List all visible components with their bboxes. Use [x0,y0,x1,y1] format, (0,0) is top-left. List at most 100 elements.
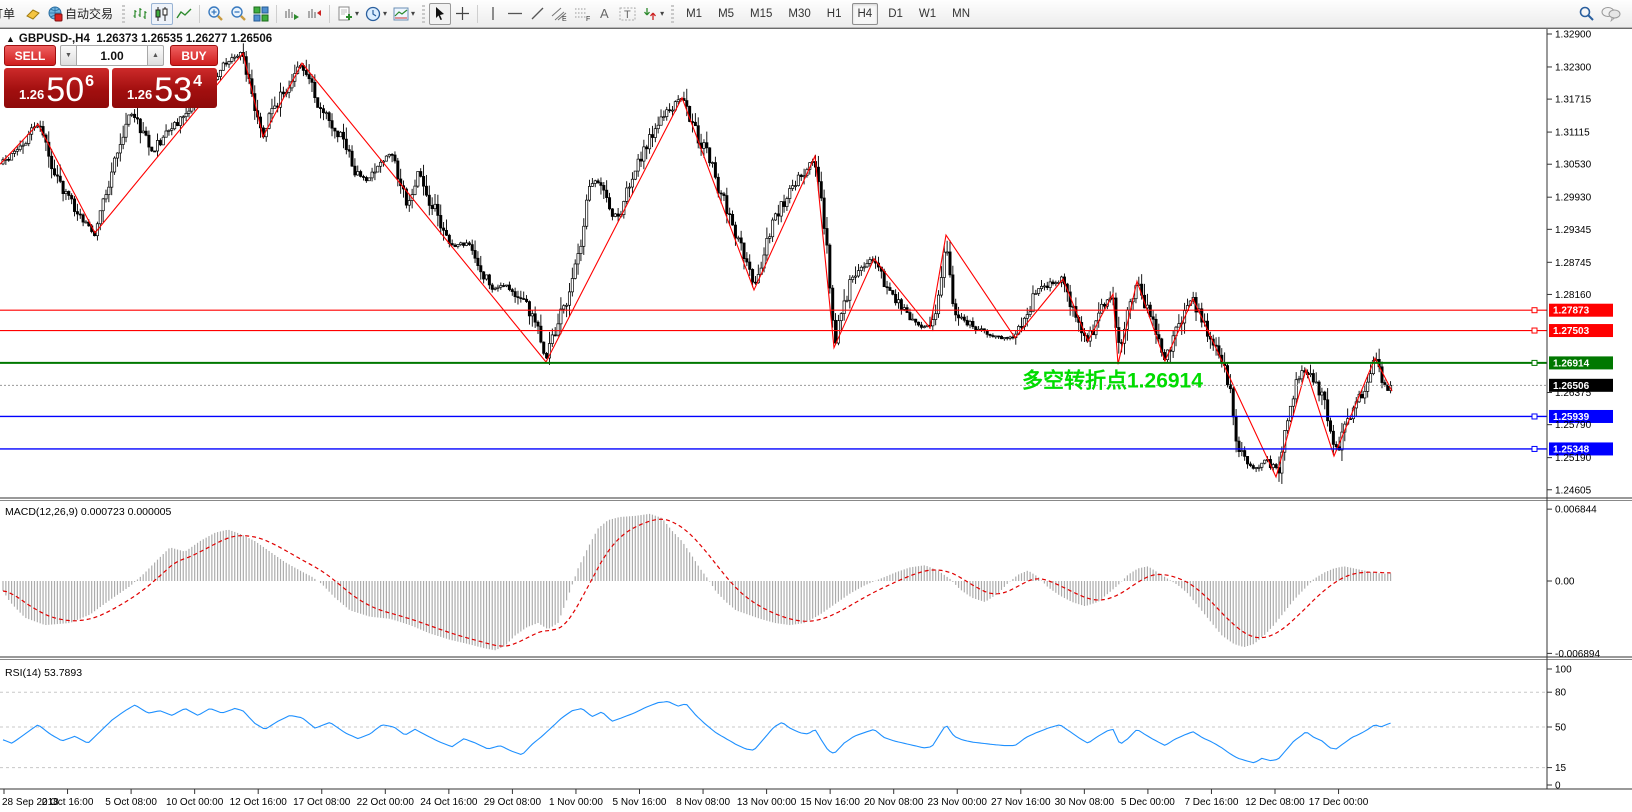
candle-body [663,117,665,118]
chart-canvas[interactable]: 1.278731.275031.269141.259391.253481.265… [0,29,1632,812]
buy-button[interactable]: BUY [170,45,218,66]
candle-body [860,267,862,270]
toolbar-separator [329,5,330,23]
cursor-button[interactable] [429,3,451,25]
candle-body [171,129,173,131]
arrows-button[interactable]: ▾ [639,3,667,25]
autotrade-button[interactable]: 自动交易 [44,3,118,25]
label-button[interactable]: T [616,3,639,25]
time-axis-label: 23 Nov 00:00 [928,797,988,808]
candle-body [503,285,505,286]
auto-scroll-button[interactable] [281,3,303,25]
candle-body [594,181,596,184]
volume-decrease-button[interactable]: ▼ [60,45,77,66]
candle-body [660,117,662,125]
candle-body [940,278,942,296]
candle-body [1003,337,1005,338]
candle-body [442,228,444,230]
main-toolbar: 订单 自动交易 [0,0,1632,28]
bar-chart-button[interactable] [129,3,151,25]
volume-increase-button[interactable]: ▲ [147,45,164,66]
candle-body [966,320,968,325]
crosshair-button[interactable] [451,3,473,25]
rsi-line [3,702,1391,763]
candle-body [10,153,12,160]
timeframe-button-d1[interactable]: D1 [882,3,909,25]
sell-price-panel[interactable]: 1.26 50 6 [4,68,109,108]
line-endpoint-marker [1532,414,1537,419]
chat-button[interactable] [1598,3,1624,25]
line-chart-button[interactable] [173,3,195,25]
timeframe-button-mn[interactable]: MN [946,3,976,25]
toolbar-grip[interactable] [121,5,126,23]
new-order-button[interactable] [22,3,44,25]
fibonacci-button[interactable]: F [571,3,594,25]
trendline-button[interactable] [526,3,548,25]
candle-body [1292,399,1294,406]
candle-body [451,244,453,246]
candle-body [465,243,467,246]
candle-body [1295,380,1297,399]
timeframe-button-w1[interactable]: W1 [913,3,942,25]
macd-signal-line [3,519,1391,646]
candle-body [385,156,387,161]
candle-body [648,135,650,149]
templates-button[interactable]: ▾ [390,3,418,25]
candle-body [1364,391,1366,398]
candle-body [946,252,948,253]
candle-body [1309,373,1311,374]
price-axis-label: 1.25790 [1555,420,1592,431]
collapse-arrow-icon[interactable]: ▲ [6,34,15,44]
rsi-axis-label: 50 [1555,723,1567,734]
tile-windows-icon [253,6,269,22]
zoom-out-button[interactable] [227,3,250,25]
timeframe-button-h4[interactable]: H4 [852,3,879,25]
indicators-button[interactable]: ▾ [334,3,362,25]
chart-shift-button[interactable] [303,3,325,25]
candle-body [935,314,937,320]
search-button[interactable] [1575,3,1598,25]
rsi-axis-label: 100 [1555,665,1572,676]
horizontal-line-button[interactable] [504,3,526,25]
candle-body [651,135,653,138]
candlestick-chart-button[interactable] [151,3,173,25]
auto-scroll-icon [284,6,300,22]
new-order-label[interactable]: 订单 [0,5,22,22]
time-axis-label: 17 Dec 00:00 [1309,797,1369,808]
candle-body [159,140,161,144]
text-button[interactable]: A [594,3,616,25]
time-axis-label: 13 Nov 00:00 [737,797,797,808]
timeframe-button-m30[interactable]: M30 [782,3,816,25]
periods-button[interactable]: ▾ [362,3,390,25]
volume-input[interactable] [77,45,147,66]
vertical-line-button[interactable] [482,3,504,25]
timeframe-button-h1[interactable]: H1 [821,3,848,25]
candle-body [789,189,791,199]
candle-body [434,204,436,208]
candle-body [1275,465,1277,468]
timeframe-button-m5[interactable]: M5 [712,3,740,25]
channel-button[interactable]: E [548,3,571,25]
candle-body [236,56,238,57]
dropdown-arrow-icon: ▾ [411,9,415,18]
price-level-chip-label: 1.27873 [1553,306,1590,317]
zoom-in-button[interactable] [204,3,227,25]
candle-body [840,314,842,321]
timeframe-button-m15[interactable]: M15 [744,3,778,25]
timeframe-button-m1[interactable]: M1 [680,3,708,25]
candle-body [331,121,333,129]
candle-body [960,317,962,318]
horizontal-line-icon [507,6,523,21]
tile-windows-button[interactable] [250,3,272,25]
candle-body [791,186,793,189]
sell-button[interactable]: SELL [4,45,56,66]
candle-body [551,335,553,344]
toolbar-grip[interactable] [421,5,426,23]
pivot-annotation: 多空转折点1.26914 [1022,368,1203,392]
buy-price-panel[interactable]: 1.26 53 4 [112,68,217,108]
candle-body [786,199,788,207]
toolbar-grip[interactable] [670,5,675,23]
price-axis-label: 1.29930 [1555,193,1592,204]
candle-body [325,113,327,114]
candle-body [754,282,756,283]
